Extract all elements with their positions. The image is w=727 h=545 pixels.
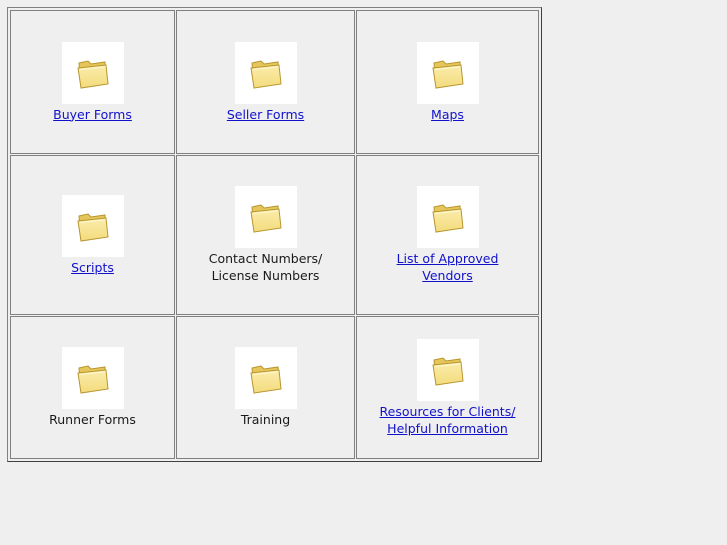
folder-cell-maps: Maps: [356, 10, 539, 154]
training-label: Training: [240, 412, 291, 427]
maps-link[interactable]: Maps: [431, 106, 464, 123]
folder-icon[interactable]: [61, 194, 124, 257]
folder-icon: [234, 347, 297, 409]
folder-grid: Buyer Forms Seller Forms Maps Scripts Co…: [7, 7, 542, 462]
folder-icon[interactable]: [416, 186, 479, 248]
folder-icon: [234, 186, 297, 248]
folder-cell-scripts: Scripts: [10, 155, 175, 315]
folder-cell-resources: Resources for Clients/ Helpful Informati…: [356, 316, 539, 459]
folder-cell-buyer-forms: Buyer Forms: [10, 10, 175, 154]
approved-vendors-link[interactable]: List of Approved Vendors: [397, 250, 499, 284]
folder-cell-runner-forms: Runner Forms: [10, 316, 175, 459]
resources-link[interactable]: Resources for Clients/ Helpful Informati…: [380, 403, 516, 437]
folder-icon[interactable]: [61, 41, 124, 104]
folder-icon[interactable]: [234, 41, 297, 104]
seller-forms-link[interactable]: Seller Forms: [227, 106, 304, 123]
scripts-link[interactable]: Scripts: [71, 259, 114, 276]
folder-icon: [61, 347, 124, 409]
contact-numbers-label: Contact Numbers/ License Numbers: [208, 251, 323, 283]
folder-cell-training: Training: [176, 316, 355, 459]
folder-cell-approved-vendors: List of Approved Vendors: [356, 155, 539, 315]
folder-icon[interactable]: [416, 41, 479, 104]
buyer-forms-link[interactable]: Buyer Forms: [53, 106, 132, 123]
folder-cell-seller-forms: Seller Forms: [176, 10, 355, 154]
folder-cell-contact-numbers: Contact Numbers/ License Numbers: [176, 155, 355, 315]
runner-forms-label: Runner Forms: [49, 412, 136, 427]
folder-icon[interactable]: [416, 338, 479, 401]
